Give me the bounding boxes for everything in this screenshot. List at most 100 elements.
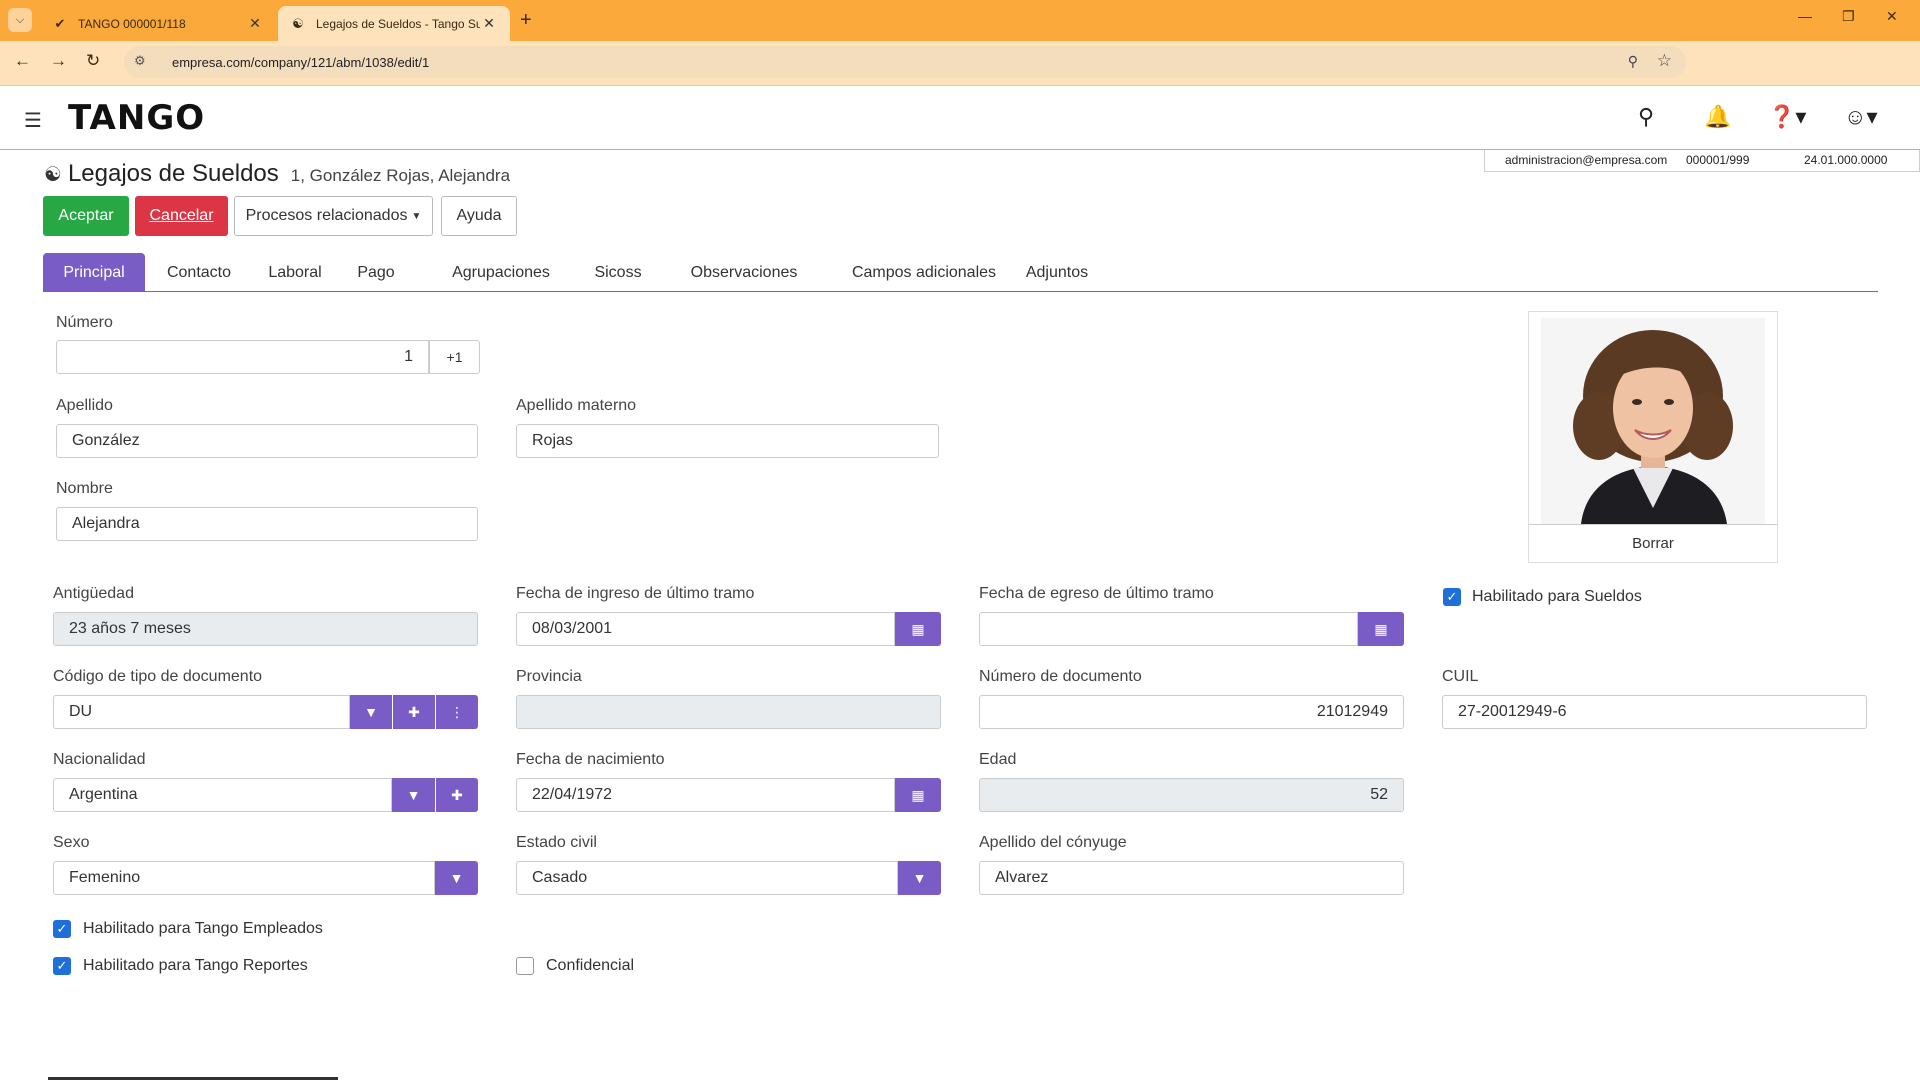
close-tab-icon[interactable]: ✕ <box>480 15 498 32</box>
edad-field: 52 <box>979 778 1404 812</box>
numero-documento-label: Número de documento <box>979 668 1142 685</box>
nombre-input[interactable]: Alejandra <box>56 507 478 541</box>
tab-adjuntos[interactable]: Adjuntos <box>977 253 1137 292</box>
chevron-down-icon[interactable]: ▼ <box>898 861 941 895</box>
habilitado-reportes-checkbox[interactable]: ✓ <box>53 957 71 975</box>
url-omnibox[interactable]: ⚙ empresa.com/company/121/abm/1038/edit/… <box>124 46 1686 78</box>
confidencial-checkbox[interactable] <box>516 957 534 975</box>
browser-tab-legajos[interactable]: ☯ Legajos de Sueldos - Tango Sue ✕ <box>278 6 510 41</box>
session-info: administracion@empresa.com 000001/999 24… <box>1484 150 1920 172</box>
apellido-label: Apellido <box>56 397 113 414</box>
new-tab-icon[interactable]: + <box>520 9 532 32</box>
app-header: ☰ TANGO ⚲ 🔔 ❓▾ ☺▾ <box>0 86 1920 150</box>
nombre-label: Nombre <box>56 480 113 497</box>
employees-icon: ☯ <box>44 164 62 186</box>
session-company: 000001/999 <box>1686 153 1750 167</box>
estado-civil-label: Estado civil <box>516 834 597 851</box>
people-favicon-icon: ☯ <box>292 15 304 31</box>
fecha-egreso-input[interactable] <box>979 612 1358 646</box>
back-arrow-icon[interactable]: ← <box>14 51 31 71</box>
tab-agrupaciones[interactable]: Agrupaciones <box>431 253 571 292</box>
window-close-icon[interactable]: ✕ <box>1886 8 1898 25</box>
sexo-select[interactable]: Femenino <box>53 861 435 895</box>
fecha-egreso-label: Fecha de egreso de último tramo <box>979 585 1214 602</box>
fecha-ingreso-input[interactable]: 08/03/2001 <box>516 612 895 646</box>
sexo-label: Sexo <box>53 834 90 851</box>
related-processes-label: Procesos relacionados <box>245 207 408 224</box>
calendar-icon[interactable]: ▦ <box>895 778 941 812</box>
habilitado-empleados-checkbox[interactable]: ✓ <box>53 920 71 938</box>
calendar-icon[interactable]: ▦ <box>1358 612 1404 646</box>
fecha-nacimiento-label: Fecha de nacimiento <box>516 751 665 768</box>
tab-search-chevron-icon[interactable]: ⌵ <box>8 8 32 32</box>
accept-button[interactable]: Aceptar <box>43 196 129 236</box>
browser-tab-tango[interactable]: ✔ TANGO 000001/118 ✕ <box>40 6 276 41</box>
numero-documento-input[interactable]: 21012949 <box>979 695 1404 729</box>
tab-principal[interactable]: Principal <box>43 253 145 292</box>
browser-address-bar: ← → ↻ ⚙ empresa.com/company/121/abm/1038… <box>0 41 1920 86</box>
numero-increment-button[interactable]: +1 <box>429 340 480 374</box>
user-icon[interactable]: ☺▾ <box>1844 104 1878 130</box>
plus-icon[interactable]: ✚ <box>436 778 478 812</box>
more-options-icon[interactable]: ⋮ <box>436 695 478 729</box>
zoom-icon[interactable]: ⚲ <box>1628 53 1638 70</box>
antiguedad-label: Antigüedad <box>53 585 134 602</box>
restore-icon[interactable]: ❐ <box>1842 8 1855 25</box>
apellido-materno-label: Apellido materno <box>516 397 637 414</box>
browser-tab-title: TANGO 000001/118 <box>78 16 186 31</box>
plus-icon[interactable]: ✚ <box>393 695 435 729</box>
numero-label: Número <box>56 314 113 331</box>
habilitado-reportes-label: Habilitado para Tango Reportes <box>83 957 308 974</box>
help-icon[interactable]: ❓▾ <box>1768 104 1806 130</box>
provincia-label: Provincia <box>516 668 582 685</box>
help-button[interactable]: Ayuda <box>441 196 517 236</box>
tab-sicoss[interactable]: Sicoss <box>571 253 665 292</box>
habilitado-sueldos-checkbox[interactable]: ✓ <box>1443 588 1461 606</box>
portrait-image <box>1541 318 1765 524</box>
tango-logo[interactable]: TANGO <box>68 98 205 138</box>
cuil-input[interactable]: 27-20012949-6 <box>1442 695 1867 729</box>
caret-down-icon: ▼ <box>411 210 422 222</box>
estado-civil-select[interactable]: Casado <box>516 861 898 895</box>
chevron-down-icon[interactable]: ▼ <box>392 778 435 812</box>
reload-icon[interactable]: ↻ <box>86 51 100 71</box>
search-icon[interactable]: ⚲ <box>1638 104 1654 130</box>
close-tab-icon[interactable]: ✕ <box>246 15 264 32</box>
employee-photo <box>1541 318 1765 524</box>
calendar-icon[interactable]: ▦ <box>895 612 941 646</box>
bell-icon[interactable]: 🔔 <box>1704 104 1731 130</box>
bookmark-star-icon[interactable]: ☆ <box>1657 51 1672 71</box>
related-processes-button[interactable]: Procesos relacionados ▼ <box>234 196 433 236</box>
session-email: administracion@empresa.com <box>1505 153 1668 167</box>
forward-arrow-icon[interactable]: → <box>50 51 67 71</box>
browser-tab-title: Legajos de Sueldos - Tango Sue <box>316 16 480 31</box>
antiguedad-field: 23 años 7 meses <box>53 612 478 646</box>
apellido-conyuge-input[interactable]: Alvarez <box>979 861 1404 895</box>
fecha-ingreso-label: Fecha de ingreso de último tramo <box>516 585 755 602</box>
numero-input[interactable]: 1 <box>56 340 429 374</box>
habilitado-sueldos-label: Habilitado para Sueldos <box>1472 588 1642 605</box>
chevron-down-icon[interactable]: ▼ <box>350 695 392 729</box>
delete-photo-button[interactable]: Borrar <box>1529 524 1777 562</box>
hamburger-menu-icon[interactable]: ☰ <box>24 108 42 133</box>
fecha-nacimiento-input[interactable]: 22/04/1972 <box>516 778 895 812</box>
site-settings-icon[interactable]: ⚙ <box>134 53 146 69</box>
tab-contacto[interactable]: Contacto <box>147 253 251 292</box>
photo-panel: Borrar <box>1528 311 1778 563</box>
tipo-documento-select[interactable]: DU <box>53 695 350 729</box>
cancel-button[interactable]: Cancelar <box>135 196 228 236</box>
minimize-icon[interactable]: — <box>1798 8 1812 24</box>
tango-favicon-icon: ✔ <box>54 15 66 31</box>
edad-label: Edad <box>979 751 1017 768</box>
tab-laboral[interactable]: Laboral <box>253 253 337 292</box>
tab-pago[interactable]: Pago <box>343 253 409 292</box>
page-title-text: Legajos de Sueldos <box>67 160 279 187</box>
url-text[interactable]: empresa.com/company/121/abm/1038/edit/1 <box>172 55 429 70</box>
apellido-materno-input[interactable]: Rojas <box>516 424 939 458</box>
chevron-down-icon[interactable]: ▼ <box>435 861 478 895</box>
apellido-input[interactable]: González <box>56 424 478 458</box>
provincia-field <box>516 695 941 729</box>
form-tabs: Principal Contacto Laboral Pago Agrupaci… <box>43 253 1878 292</box>
nacionalidad-select[interactable]: Argentina <box>53 778 392 812</box>
nacionalidad-label: Nacionalidad <box>53 751 146 768</box>
